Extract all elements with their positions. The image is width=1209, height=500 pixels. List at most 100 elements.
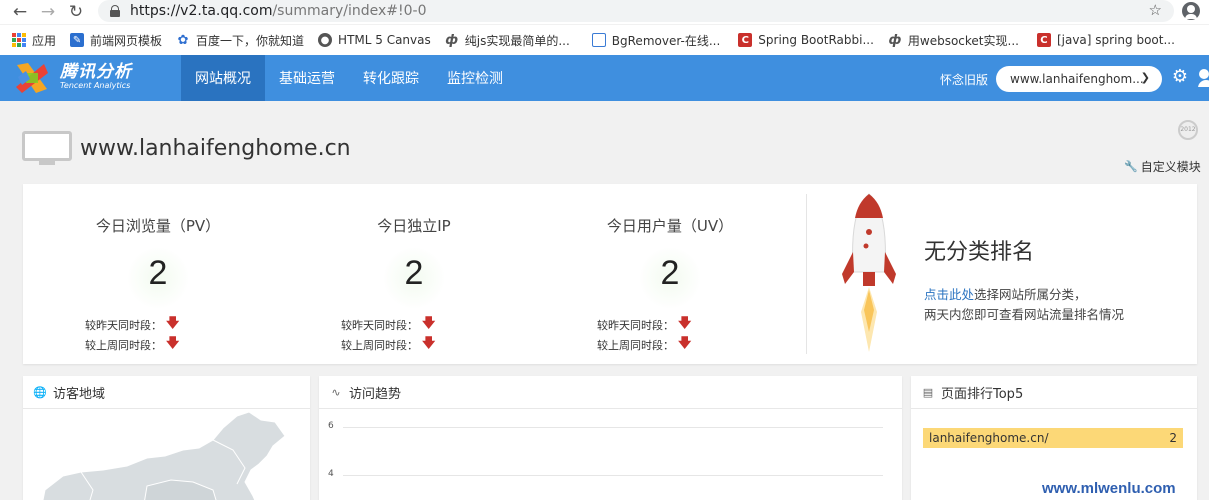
- account-icon[interactable]: [1182, 2, 1200, 20]
- bookmark-item[interactable]: ф 纯js实现最简单的...: [445, 25, 570, 55]
- compare-yesterday: 较昨天同时段： 🡇: [85, 314, 179, 336]
- compare-label: 较上周同时段：: [341, 339, 418, 352]
- stat-value: 2: [148, 254, 168, 292]
- today-stats-card: 今日浏览量（PV） 2 较昨天同时段： 🡇 较上周同时段： 🡇 今日独立IP 2 较…: [23, 184, 1197, 364]
- tab-conversion-tracking[interactable]: 转化跟踪: [349, 55, 433, 101]
- baidu-paw-icon: ✿: [177, 32, 189, 48]
- rocket-icon: [842, 193, 896, 352]
- panel-title: 访问趋势: [349, 386, 402, 402]
- compare-yesterday: 较昨天同时段： 🡇: [341, 314, 435, 336]
- site-select[interactable]: www.lanhaifenghom... ❯: [996, 66, 1162, 92]
- bookmark-item[interactable]: ● HTML 5 Canvas: [318, 25, 431, 55]
- y-tick-label: 4: [328, 469, 334, 479]
- custom-module-label: 自定义模块: [1140, 160, 1201, 174]
- back-arrow-icon[interactable]: ←: [6, 0, 34, 24]
- bookmark-item[interactable]: BgRemover-在线...: [591, 25, 720, 55]
- choose-category-link[interactable]: 点击此处: [924, 287, 974, 302]
- browser-toolbar: ← → ↻ https://v2.ta.qq.com/summary/index…: [0, 0, 1209, 24]
- divider: [806, 194, 807, 354]
- arrow-down-icon: 🡇: [166, 316, 180, 331]
- bookmark-item[interactable]: ✎ 前端网页模板: [70, 25, 162, 55]
- bookmark-item[interactable]: ф 用websocket实现...: [888, 25, 1019, 55]
- bookmark-label: 纯js实现最简单的...: [464, 33, 570, 48]
- logo-text: 腾讯分析 Tencent Analytics: [60, 63, 132, 91]
- bookmark-item[interactable]: ✿ 百度一下，你就知道: [176, 25, 304, 55]
- bookmark-label: 百度一下，你就知道: [196, 33, 305, 48]
- side-badge-icon[interactable]: 2012: [1178, 120, 1198, 140]
- c-icon: C: [1036, 33, 1051, 47]
- reload-icon[interactable]: ↻: [62, 0, 90, 24]
- logo-title: 腾讯分析: [60, 62, 132, 82]
- panel-header: ∿ 访问趋势: [319, 376, 902, 409]
- stat-label: 今日用户量（UV）: [606, 217, 734, 235]
- forward-arrow-icon[interactable]: →: [34, 0, 62, 24]
- compare-lastweek: 较上周同时段： 🡇: [85, 334, 179, 356]
- bookmark-apps[interactable]: 应用: [12, 25, 56, 55]
- address-bar[interactable]: https://v2.ta.qq.com/summary/index#!0-0 …: [98, 0, 1174, 22]
- arrow-down-icon: 🡇: [678, 336, 692, 351]
- top-page-row[interactable]: lanhaifenghome.cn/ 2: [923, 428, 1183, 448]
- bookmark-label: HTML 5 Canvas: [338, 33, 431, 47]
- stat-value: 2: [660, 254, 680, 292]
- v-icon: ф: [445, 32, 459, 48]
- page-icon: ✎: [70, 33, 85, 47]
- chevron-down-icon: ❯: [1140, 71, 1150, 84]
- ranking-description: 点击此处选择网站所属分类， 两天内您即可查看网站流量排名情况: [924, 285, 1124, 325]
- url-text[interactable]: https://v2.ta.qq.com/summary/index#!0-0: [130, 3, 426, 19]
- arrow-down-icon: 🡇: [422, 316, 436, 331]
- ranking-desc-line1: 选择网站所属分类，: [974, 287, 1087, 302]
- wrench-icon: 🔧: [1124, 160, 1138, 173]
- stat-label: 今日独立IP: [377, 217, 451, 235]
- bookmark-label: 应用: [32, 33, 57, 48]
- tab-site-overview[interactable]: 网站概况: [181, 55, 265, 101]
- bookmark-star-icon[interactable]: ☆: [1149, 1, 1162, 19]
- bookmark-label: 前端网页模板: [90, 33, 163, 48]
- stat-value: 2: [404, 254, 424, 292]
- panel-title: 访客地域: [53, 386, 106, 402]
- compare-label: 较上周同时段：: [597, 339, 674, 352]
- apps-icon: [12, 33, 26, 47]
- compare-label: 较昨天同时段：: [341, 319, 418, 332]
- compare-yesterday: 较昨天同时段： 🡇: [597, 314, 691, 336]
- tab-monitoring[interactable]: 监控检测: [433, 55, 517, 101]
- stat-label: 今日浏览量（PV）: [95, 217, 221, 235]
- panel-header: 🌐 访客地域: [23, 376, 310, 409]
- stat-ip: 今日独立IP 2 较昨天同时段： 🡇 较上周同时段： 🡇: [279, 184, 534, 364]
- lock-icon: [110, 5, 120, 17]
- user-icon[interactable]: [1198, 69, 1209, 87]
- ranking-title: 无分类排名: [924, 240, 1035, 265]
- site-title-row: www.lanhaifenghome.cn: [22, 128, 351, 168]
- compare-label: 较昨天同时段：: [597, 319, 674, 332]
- compare-lastweek: 较上周同时段： 🡇: [341, 334, 435, 356]
- panel-header: ▤ 页面排行Top5: [911, 376, 1197, 409]
- compare-lastweek: 较上周同时段： 🡇: [597, 334, 691, 356]
- y-tick-label: 6: [328, 421, 334, 431]
- tab-basic-operations[interactable]: 基础运营: [265, 55, 349, 101]
- main-nav: 网站概况 基础运营 转化跟踪 监控检测: [181, 55, 517, 101]
- custom-module-link[interactable]: 🔧 自定义模块: [1124, 158, 1201, 175]
- stat-pv: 今日浏览量（PV） 2 较昨天同时段： 🡇 较上周同时段： 🡇: [23, 184, 278, 364]
- visitor-region-panel: 🌐 访客地域: [23, 376, 310, 500]
- globe-icon: ●: [318, 33, 333, 47]
- app-header: 腾讯分析 Tencent Analytics 网站概况 基础运营 转化跟踪 监控…: [0, 55, 1209, 101]
- panel-title: 页面排行Top5: [941, 386, 1024, 402]
- ranking-desc-line2: 两天内您即可查看网站流量排名情况: [924, 307, 1125, 322]
- china-map[interactable]: [23, 410, 310, 500]
- gear-icon[interactable]: ⚙: [1170, 67, 1190, 87]
- v-icon: ф: [888, 32, 902, 48]
- compare-label: 较昨天同时段：: [85, 319, 162, 332]
- bookmark-label: 用websocket实现...: [907, 33, 1019, 48]
- visit-trend-panel: ∿ 访问趋势 6 4: [319, 376, 902, 500]
- tencent-analytics-logo-icon[interactable]: [14, 61, 50, 95]
- stat-uv: 今日用户量（UV） 2 较昨天同时段： 🡇 较上周同时段： 🡇: [535, 184, 790, 364]
- bar-chart-icon: ▤: [922, 385, 934, 399]
- old-version-link[interactable]: 怀念旧版: [940, 71, 988, 88]
- top-page-count: 2: [1169, 431, 1177, 445]
- bookmark-item[interactable]: C [java] spring boot...: [1036, 25, 1175, 55]
- top-page-url: lanhaifenghome.cn/: [929, 431, 1049, 445]
- site-name: www.lanhaifenghome.cn: [80, 135, 351, 161]
- bookmark-item[interactable]: C Spring BootRabbi...: [738, 25, 874, 55]
- gridline: [343, 427, 883, 428]
- bookmarks-bar: 应用 ✎ 前端网页模板 ✿ 百度一下，你就知道 ● HTML 5 Canvas …: [0, 25, 1209, 55]
- bookmark-label: Spring BootRabbi...: [758, 33, 874, 47]
